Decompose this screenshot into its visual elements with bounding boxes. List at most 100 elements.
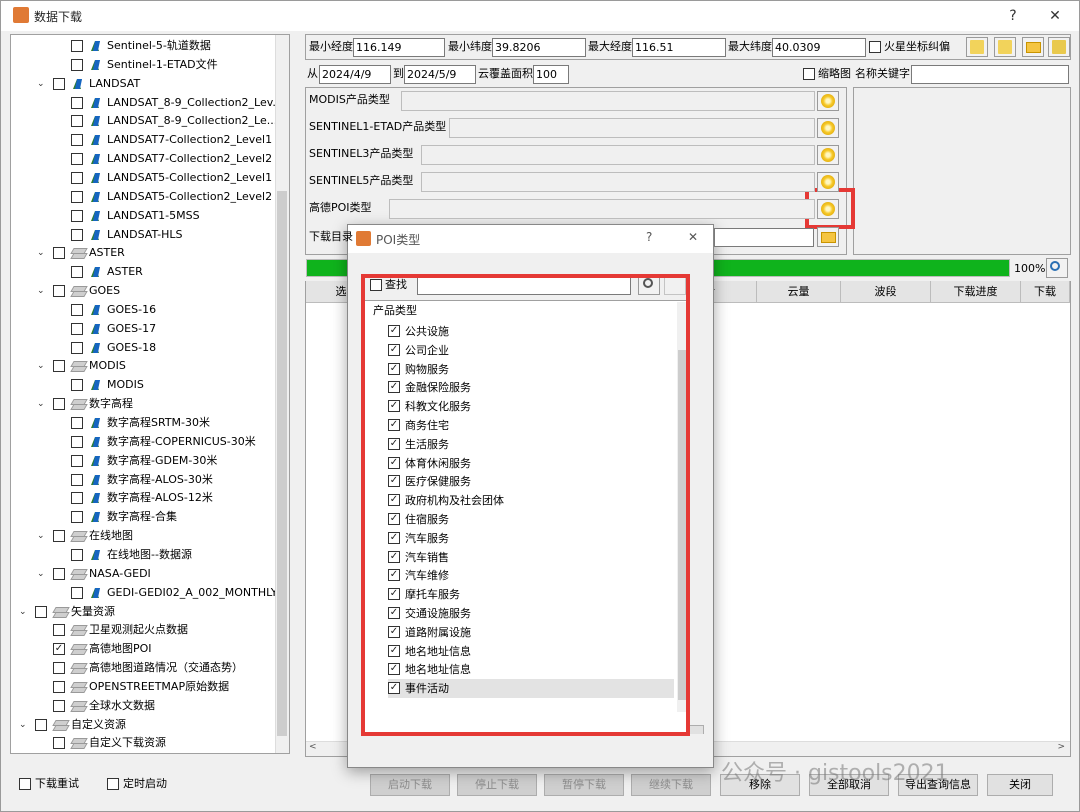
poi-type-item[interactable]: ✓ 交通设施服务	[388, 604, 674, 623]
download-dir-input[interactable]	[714, 228, 814, 247]
poi-type-item[interactable]: ✓ 事件活动	[388, 679, 674, 699]
tree-item[interactable]: ⌄ 在线地图	[11, 527, 281, 545]
tree-item-checkbox[interactable]	[71, 341, 83, 354]
search-icon[interactable]	[1046, 258, 1068, 278]
tree-item[interactable]: 数字高程-GDEM-30米	[11, 452, 281, 470]
tree-item[interactable]: ⌄ NASA-GEDI	[11, 565, 281, 583]
redownload-checkbox[interactable]	[19, 778, 31, 790]
tree-item-checkbox[interactable]	[71, 190, 83, 203]
tree-item-checkbox[interactable]	[71, 266, 83, 279]
tree-item-checkbox[interactable]	[53, 530, 65, 543]
poi-type-item[interactable]: ✓ 生活服务	[388, 435, 674, 454]
poi-type-item[interactable]: ✓ 购物服务	[388, 360, 674, 379]
tree-item-checkbox[interactable]	[53, 247, 65, 260]
tree-item-checkbox[interactable]	[53, 360, 65, 373]
poi-type-item[interactable]: ✓ 政府机构及社会团体	[388, 491, 674, 510]
poi-type-checkbox[interactable]: ✓	[388, 456, 400, 469]
tree-item[interactable]: 高德地图道路情况（交通态势）	[11, 659, 281, 677]
settings-gear-icon[interactable]	[817, 91, 839, 111]
tree-item[interactable]: 数字高程-COPERNICUS-30米	[11, 433, 281, 451]
tree-item-checkbox[interactable]	[71, 548, 83, 561]
bottom-button[interactable]: 继续下载	[631, 774, 711, 796]
tree-item[interactable]: 全球水文数据	[11, 697, 281, 715]
poi-type-item[interactable]: ✓ 商务住宅	[388, 416, 674, 435]
tree-item[interactable]: ⌄ MODIS	[11, 357, 281, 375]
tree-item-checkbox[interactable]	[71, 454, 83, 467]
tree-item-checkbox[interactable]	[53, 662, 65, 675]
poi-type-checkbox[interactable]: ✓	[388, 437, 400, 450]
tree-item[interactable]: GOES-18	[11, 339, 281, 357]
tree-item[interactable]: GOES-17	[11, 320, 281, 338]
tree-item[interactable]: ⌄ GOES	[11, 282, 281, 300]
poi-type-item[interactable]: ✓ 汽车服务	[388, 529, 674, 548]
tree-item-checkbox[interactable]	[71, 153, 83, 166]
chevron-down-icon[interactable]: ⌄	[37, 248, 47, 258]
cloud-input[interactable]: 100	[533, 65, 569, 84]
tree-item-checkbox[interactable]	[53, 77, 65, 90]
settings-gear-icon[interactable]	[817, 172, 839, 192]
chevron-down-icon[interactable]: ⌄	[37, 79, 47, 89]
tree-item[interactable]: LANDSAT-HLS	[11, 226, 281, 244]
tree-item[interactable]: LANDSAT1-5MSS	[11, 207, 281, 225]
poi-type-checkbox[interactable]: ✓	[388, 362, 400, 375]
tree-item-checkbox[interactable]	[71, 586, 83, 599]
max-lat-input[interactable]: 40.0309	[772, 38, 866, 57]
chevron-down-icon[interactable]: ⌄	[19, 720, 29, 730]
grid-column-progress[interactable]: 下载进度	[931, 281, 1021, 303]
min-lon-input[interactable]: 116.149	[353, 38, 445, 57]
tree-item-checkbox[interactable]	[53, 285, 65, 298]
tree-item-checkbox[interactable]	[71, 417, 83, 429]
tree-item-checkbox[interactable]	[53, 567, 65, 580]
settings-gear-icon[interactable]	[817, 118, 839, 138]
timer-checkbox[interactable]	[107, 778, 119, 790]
poi-type-item[interactable]: ✓ 公司企业	[388, 341, 674, 360]
poi-type-checkbox[interactable]: ✓	[388, 644, 400, 657]
grid-column-band[interactable]: 波段	[841, 281, 931, 303]
to-date-input[interactable]: 2024/5/9	[404, 65, 476, 84]
tree-item[interactable]: ⌄ 数字高程	[11, 395, 281, 413]
tree-item-checkbox[interactable]	[71, 228, 83, 241]
grid-column-download[interactable]: 下载	[1021, 281, 1070, 303]
poi-type-checkbox[interactable]: ✓	[388, 550, 400, 563]
dialog-help-button[interactable]: ?	[646, 230, 652, 244]
tree-item[interactable]: ASTER	[11, 263, 281, 281]
grid-column-cloud[interactable]: 云量	[757, 281, 841, 303]
from-date-input[interactable]: 2024/4/9	[319, 65, 391, 84]
chevron-down-icon[interactable]: ⌄	[19, 607, 29, 617]
product-type-combo[interactable]	[401, 91, 815, 111]
tree-item[interactable]: LANDSAT7-Collection2_Level2	[11, 150, 281, 168]
chevron-down-icon[interactable]: ⌄	[37, 569, 47, 579]
tree-item-checkbox[interactable]	[71, 58, 83, 71]
poi-type-item[interactable]: ✓ 公共设施	[388, 322, 674, 341]
poi-type-checkbox[interactable]: ✓	[388, 400, 400, 413]
tree-item[interactable]: ✓ 高德地图POI	[11, 640, 281, 658]
tree-item[interactable]: MODIS	[11, 376, 281, 394]
poi-type-checkbox[interactable]: ✓	[388, 588, 400, 601]
tree-item[interactable]: 数字高程-ALOS-12米	[11, 489, 281, 507]
poi-type-item[interactable]: ✓ 汽车销售	[388, 548, 674, 567]
poi-type-item[interactable]: ✓ 地名地址信息	[388, 660, 674, 679]
folder-icon[interactable]	[1022, 37, 1044, 57]
poi-type-checkbox[interactable]: ✓	[388, 607, 400, 619]
poi-type-item[interactable]: ✓ 体育休闲服务	[388, 454, 674, 473]
poi-type-checkbox[interactable]: ✓	[388, 513, 400, 525]
tree-item-checkbox[interactable]	[53, 737, 65, 750]
bottom-button[interactable]: 暂停下载	[544, 774, 624, 796]
select-area-button[interactable]	[994, 37, 1016, 57]
tree-item[interactable]: ⌄ ASTER	[11, 244, 281, 262]
tree-scrollbar-thumb[interactable]	[277, 191, 287, 736]
tree-item-checkbox[interactable]	[35, 718, 47, 731]
poi-type-checkbox[interactable]: ✓	[388, 625, 400, 638]
tree-item[interactable]: 在线地图--数据源	[11, 546, 281, 564]
settings-gear-icon[interactable]	[817, 199, 839, 219]
tree-item-checkbox[interactable]	[71, 209, 83, 222]
bottom-button[interactable]: 停止下载	[457, 774, 537, 796]
tree-item[interactable]: ⌄ 自定义资源	[11, 716, 281, 734]
poi-type-checkbox[interactable]: ✓	[388, 494, 400, 507]
mars-correction-checkbox[interactable]	[869, 41, 881, 53]
poi-type-item[interactable]: ✓ 住宿服务	[388, 510, 674, 529]
poi-type-checkbox[interactable]: ✓	[388, 419, 400, 431]
tree-item-checkbox[interactable]: ✓	[53, 643, 65, 656]
dialog-close-button[interactable]: ✕	[688, 230, 698, 244]
tree-item[interactable]: ⌄ LANDSAT	[11, 75, 281, 93]
